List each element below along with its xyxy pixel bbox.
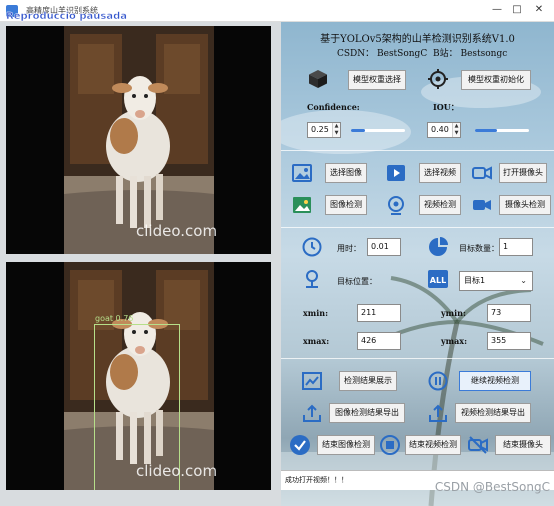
target-select-dropdown[interactable]: 目标1 ⌄	[459, 271, 533, 291]
image-detect-icon	[293, 197, 311, 213]
detection-label: goat 0.76	[95, 314, 134, 323]
iou-slider-fill	[475, 129, 497, 132]
confidence-slider[interactable]	[351, 129, 405, 132]
corner-watermark: CSDN @BestSongC	[434, 480, 550, 494]
clock-icon	[302, 237, 322, 257]
stop-circle-icon	[380, 435, 400, 455]
video-detect-button[interactable]: 视频检测	[419, 195, 461, 215]
end-video-detect-button[interactable]: 结束视频检测	[405, 435, 461, 455]
model-weight-select-button[interactable]: 模型权重选择	[348, 70, 406, 90]
iou-value: 0.40	[431, 125, 449, 134]
svg-text:ALL: ALL	[430, 276, 446, 285]
target-count-label: 目标数量：	[459, 244, 499, 253]
title-bar: 高精度山羊识别系统 Reproduccio pausada — □ ✕	[0, 0, 554, 22]
video-icon	[387, 165, 405, 181]
app-title: 基于YOLOv5架构的山羊检测识别系统V1.0	[320, 34, 515, 45]
chevron-down-icon: ⌄	[520, 276, 527, 285]
target-select-value: 目标1	[464, 276, 486, 285]
end-image-detect-button[interactable]: 结束图像检测	[317, 435, 375, 455]
original-video-panel: clideo.com	[6, 26, 271, 254]
open-camera-button[interactable]: 打开摄像头	[499, 163, 547, 183]
video-area: clideo.com goat 0.76 clideo.com	[0, 22, 281, 506]
confidence-slider-fill	[351, 129, 365, 132]
goat-frame-image	[64, 26, 214, 254]
csdn-credit: CSDN： BestSongC	[337, 49, 428, 59]
camera-detect-button[interactable]: 摄像头检测	[499, 195, 551, 215]
line-chart-icon	[302, 372, 322, 390]
export-image-results-button[interactable]: 图像检测结果导出	[329, 403, 405, 423]
camera-detect-icon	[473, 200, 491, 210]
ymin-field: 73	[487, 304, 531, 322]
spin-arrows-icon[interactable]: ▲ ▼	[452, 123, 460, 137]
playback-overlay-text: Reproduccio pausada	[6, 11, 127, 22]
select-video-button[interactable]: 选择视频	[419, 163, 461, 183]
image-detect-button[interactable]: 图像检测	[325, 195, 367, 215]
camera-off-icon	[468, 436, 488, 454]
iou-slider[interactable]	[475, 129, 529, 132]
confidence-value: 0.25	[311, 125, 329, 134]
time-value-field: 0.01	[367, 238, 401, 256]
spin-arrows-icon[interactable]: ▲ ▼	[332, 123, 340, 137]
webcam-icon	[388, 196, 404, 215]
palm-background-image	[281, 76, 554, 506]
camera-icon	[472, 166, 492, 180]
confidence-label: Confidence:	[307, 102, 360, 112]
ymax-label: ymax:	[441, 336, 468, 346]
video-watermark: clideo.com	[136, 222, 218, 240]
model-cube-icon	[309, 70, 327, 88]
ymin-label: ymin:	[441, 308, 466, 318]
xmin-field: 211	[357, 304, 401, 322]
iou-label: IOU：	[433, 102, 459, 112]
upload-icon	[303, 404, 321, 422]
model-weight-init-button[interactable]: 模型权重初始化	[461, 70, 531, 90]
pie-chart-icon	[429, 237, 448, 256]
export-video-results-button[interactable]: 视频检测结果导出	[455, 403, 531, 423]
control-panel: 基于YOLOv5架构的山羊检测识别系统V1.0 CSDN： BestSongC …	[281, 22, 554, 506]
time-label: 用时：	[337, 244, 361, 253]
upload-icon	[429, 404, 447, 422]
bilibili-credit: B站： Bestsongc	[433, 49, 508, 59]
section-divider	[281, 358, 554, 359]
detection-video-panel: goat 0.76 clideo.com	[6, 262, 271, 490]
target-count-field: 1	[499, 238, 533, 256]
xmax-label: xmax:	[303, 336, 330, 346]
target-icon	[428, 69, 448, 89]
ymax-field: 355	[487, 332, 531, 350]
iou-spinbox[interactable]: 0.40 ▲ ▼	[427, 122, 461, 138]
minimize-button[interactable]: —	[488, 2, 506, 18]
confidence-spinbox[interactable]: 0.25 ▲ ▼	[307, 122, 341, 138]
xmin-label: xmin:	[303, 308, 329, 318]
image-icon	[292, 164, 312, 182]
location-pin-icon	[306, 270, 318, 288]
close-button[interactable]: ✕	[530, 2, 548, 18]
section-divider	[281, 227, 554, 228]
all-targets-icon: ALL	[428, 270, 448, 288]
select-image-button[interactable]: 选择图像	[325, 163, 367, 183]
section-divider	[281, 150, 554, 151]
check-circle-icon	[290, 435, 310, 455]
pause-icon	[428, 371, 448, 391]
show-results-button[interactable]: 检测结果展示	[339, 371, 397, 391]
end-camera-button[interactable]: 结束摄像头	[495, 435, 551, 455]
continue-video-detect-button[interactable]: 继续视频检测	[459, 371, 531, 391]
video-watermark: clideo.com	[136, 462, 218, 480]
xmax-field: 426	[357, 332, 401, 350]
maximize-button[interactable]: □	[508, 2, 526, 18]
target-position-label: 目标位置：	[337, 277, 377, 286]
